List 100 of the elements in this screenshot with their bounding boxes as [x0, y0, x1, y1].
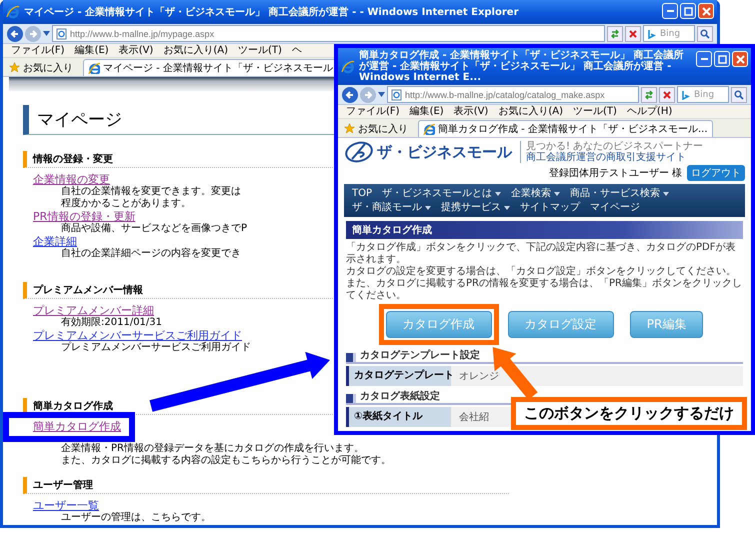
address-field[interactable]: http://www.b-mallne.jp/mypage.aspx [52, 25, 605, 42]
nav-item[interactable]: 企業検索 [511, 187, 560, 200]
description-text: 自社の企業情報を変更できます。変更は [61, 186, 241, 198]
page-icon [391, 88, 402, 100]
maximize-button[interactable] [680, 3, 696, 19]
stop-icon [628, 28, 638, 38]
search-icon [700, 28, 710, 38]
caret-icon [554, 192, 560, 196]
menu-item[interactable]: ツール(T) [238, 44, 282, 57]
link[interactable]: 簡単カタログ作成 [33, 420, 121, 433]
description-text: プレミアムメンバーサービスご利用ガイド [61, 342, 251, 354]
stop-icon [662, 90, 672, 100]
link[interactable]: プレミアムメンバー詳細 [33, 304, 154, 317]
link[interactable]: プレミアムメンバーサービスご利用ガイド [33, 329, 242, 342]
menu-item[interactable]: ファイル(F) [11, 44, 65, 57]
site-subtitle: 商工会議所運営の商取引支援サイト [526, 152, 687, 163]
menu-item[interactable]: 編集(E) [74, 44, 109, 57]
menu-item[interactable]: お気に入り(A) [163, 44, 228, 57]
menu-item[interactable]: ツール(T) [573, 105, 617, 118]
favorites-label: お気に入り [358, 122, 408, 136]
page-icon [56, 28, 67, 40]
menu-item[interactable]: ヘ [292, 44, 302, 57]
search-placeholder: Bing [660, 28, 680, 38]
search-button[interactable] [731, 86, 747, 102]
favorites-button[interactable]: お気に入り [342, 122, 410, 136]
link[interactable]: 企業情報の変更 [33, 173, 110, 186]
minimize-icon [666, 10, 674, 12]
description-text: 企業情報・PR情報の登録データを基にカタログの作成を行います。 [61, 443, 364, 454]
caret-icon [425, 206, 431, 210]
caret-icon [504, 206, 510, 210]
menu-item[interactable]: ファイル(F) [346, 105, 400, 118]
stop-button[interactable] [625, 26, 641, 42]
description-text: 自社の企業詳細ページの内容を変更でき [61, 248, 241, 260]
back-arrow-icon [344, 88, 356, 100]
logout-button[interactable]: ログアウト [687, 165, 745, 181]
favorites-button[interactable]: お気に入り [7, 60, 75, 74]
logo-mark-icon [344, 141, 374, 163]
description-text: 商品や設備、サービスなどを画像つきでP [61, 223, 248, 235]
browser-logo-icon [6, 5, 20, 19]
description-text: カタログの設定を変更する場合は、「カタログ設定」ボタンをクリックしてください。 [346, 266, 737, 278]
description-text: 有効期限:2011/01/31 [61, 317, 162, 329]
heading-marker-icon [346, 353, 356, 362]
description-text: ユーザーの管理は、こちらです。 [61, 512, 211, 524]
caret-icon [495, 192, 502, 196]
menu-item[interactable]: ヘルプ(H) [626, 105, 672, 118]
nav-item[interactable]: サイトマップ [520, 201, 580, 214]
nav-item[interactable]: ザ・商談モール [352, 201, 431, 214]
window-title: 簡単カタログ作成 - 企業情報サイト「ザ・ビジネスモール」 商工会議所が運営 - 企業情報サイト「ザ・ビジネスモール」 商工会議所が運営 - Windows Internet E... [359, 50, 685, 83]
back-button[interactable] [7, 26, 23, 42]
address-text: http://www.b-mallne.jp/mypage.aspx [70, 28, 214, 38]
tab-title: 簡単カタログ作成 - 企業情報サイト「ザ・ビジネスモール... [438, 122, 708, 136]
minimize-icon [700, 58, 708, 60]
maximize-icon [684, 6, 692, 16]
back-arrow-icon [9, 28, 21, 40]
heading-marker-icon [346, 394, 356, 403]
favorites-label: お気に入り [23, 62, 73, 74]
description-text: 程度かかることがあります。 [61, 198, 191, 210]
setting-value: オレンジ [459, 370, 499, 383]
close-button[interactable] [732, 51, 748, 67]
forward-arrow-icon [27, 28, 39, 40]
menu-item[interactable]: 編集(E) [410, 105, 444, 118]
setting-label: ①表紙タイトル [346, 407, 451, 427]
dropdown-caret-icon[interactable] [43, 31, 50, 36]
browser-logo-icon [341, 60, 355, 74]
nav-item[interactable]: マイページ [590, 201, 640, 214]
user-name: 登録団体用テストユーザー 様 [548, 166, 682, 180]
subsection-heading: カタログテンプレート設定 [360, 348, 480, 362]
address-text: http://www.b-mallne.jp/catalog/catalog_make.aspx [405, 90, 605, 100]
search-button[interactable] [697, 26, 713, 42]
menu-item[interactable]: お気に入り(A) [498, 105, 563, 118]
stop-button[interactable] [659, 86, 675, 102]
nav-item[interactable]: ザ・ビジネスモールとは [382, 187, 502, 200]
menu-item[interactable]: 表示(V) [118, 44, 154, 57]
browser-tab[interactable]: 簡単カタログ作成 - 企業情報サイト「ザ・ビジネスモール... [418, 120, 713, 137]
refresh-button[interactable] [641, 86, 657, 102]
address-field[interactable]: http://www.b-mallne.jp/catalog/catalog_make.aspx [387, 86, 639, 103]
link[interactable]: ユーザー一覧 [33, 499, 99, 512]
close-button[interactable] [698, 3, 714, 19]
minimize-button[interactable] [696, 51, 712, 67]
refresh-icon [644, 90, 654, 100]
star-icon [9, 62, 20, 73]
minimize-button[interactable] [662, 3, 678, 19]
section-heading: ユーザー管理 [23, 477, 509, 494]
search-engine-icon [647, 28, 657, 38]
refresh-button[interactable] [607, 26, 623, 42]
maximize-button[interactable] [714, 51, 730, 67]
description-text: また、カタログに掲載する内容の設定もこちらから行うことが可能です。 [61, 455, 391, 467]
search-icon [734, 90, 744, 100]
setting-label: カタログテンプレート [346, 366, 451, 386]
nav-item[interactable]: 提携サービス [441, 201, 510, 214]
menu-item[interactable]: 表示(V) [454, 105, 488, 118]
link[interactable]: 企業詳細 [33, 235, 77, 248]
link[interactable]: PR情報の登録・更新 [33, 210, 136, 223]
nav-item[interactable]: TOP [352, 187, 372, 200]
close-icon [702, 6, 710, 16]
section-title-bar: 簡単カタログ作成 [346, 221, 743, 239]
nav-item[interactable]: 商品・サービス検索 [570, 187, 670, 200]
window-title: マイページ - 企業情報サイト「ザ・ビジネスモール」 商工会議所が運営 - - Windows Internet Explorer [24, 6, 520, 18]
site-tagline: 見つかる! あなたのビジネスパートナー [526, 141, 704, 152]
back-button[interactable] [342, 86, 358, 102]
